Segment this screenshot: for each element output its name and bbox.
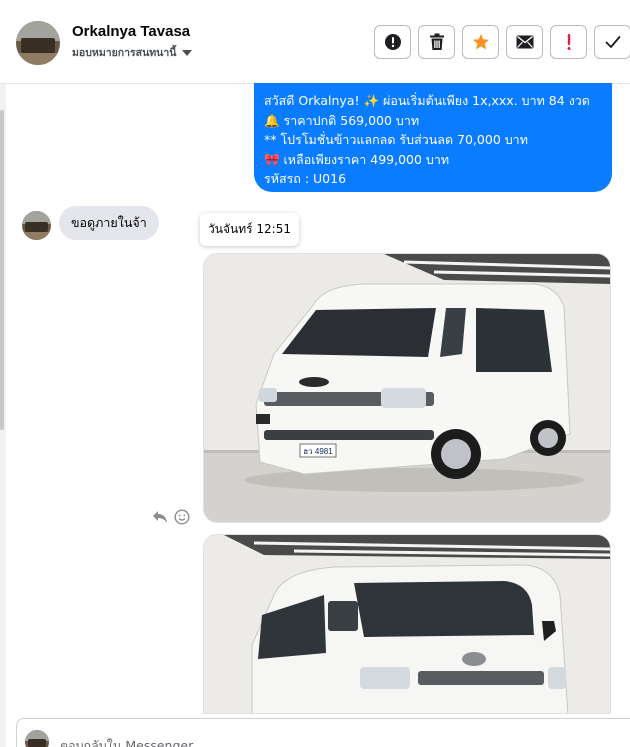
important-button[interactable] (550, 25, 587, 59)
message-line: สวัสดี Orkalnya! ✨ ผ่อนเริ่มต้นเพียง 1x,… (264, 93, 590, 108)
conversation-actions (374, 25, 630, 59)
star-icon (472, 34, 489, 50)
van-photo-side[interactable] (203, 534, 611, 714)
assign-conversation-dropdown[interactable]: มอบหมายการสนทนานี้ (72, 44, 193, 61)
outgoing-message[interactable]: สวัสดี Orkalnya! ✨ ผ่อนเริ่มต้นเพียง 1x,… (254, 83, 612, 192)
trash-icon (429, 33, 444, 50)
reply-icon[interactable] (152, 510, 168, 524)
incoming-message[interactable]: ขอดูภายในจ้า (59, 206, 159, 240)
report-icon (384, 34, 401, 50)
conversation-scrollbar[interactable] (0, 84, 6, 747)
mark-done-button[interactable] (594, 25, 630, 59)
report-button[interactable] (374, 25, 411, 59)
message-line: 🎀 เหลือเพียงราคา 499,000 บาท (264, 151, 450, 167)
delete-button[interactable] (418, 25, 455, 59)
license-plate: ฮว 4981 (303, 447, 333, 456)
timestamp-tooltip: วันจันทร์ 12:51 (200, 213, 299, 246)
message-line: 🔔 ราคาปกติ 569,000 บาท (264, 112, 420, 128)
page-avatar (25, 730, 49, 747)
contact-avatar[interactable] (16, 21, 60, 65)
check-icon (605, 36, 620, 48)
message-line: รหัสรถ : U016 (264, 171, 347, 186)
van-photo-front[interactable]: ฮว 4981 (203, 253, 611, 523)
message-hover-actions (152, 509, 190, 525)
composer-placeholder: ตอบกลับใน Messenger (60, 738, 194, 747)
exclamation-icon (567, 34, 570, 50)
assign-label: มอบหมายการสนทนานี้ (72, 47, 177, 59)
sender-avatar[interactable] (22, 211, 51, 240)
conversation-header: Orkalnya Tavasa มอบหมายการสนทนานี้ (0, 0, 630, 84)
envelope-icon (516, 35, 533, 49)
mark-unread-button[interactable] (506, 25, 543, 59)
star-button[interactable] (462, 25, 499, 59)
contact-name[interactable]: Orkalnya Tavasa (72, 23, 190, 40)
reply-composer[interactable]: ตอบกลับใน Messenger (16, 718, 630, 747)
caret-down-icon (182, 49, 193, 56)
react-smiley-icon[interactable] (174, 509, 190, 525)
message-line: ** โปรโมชั่นข้าวแลกลด รับส่วนลด 70,000 บ… (264, 132, 528, 147)
scrollbar-thumb[interactable] (0, 110, 4, 430)
